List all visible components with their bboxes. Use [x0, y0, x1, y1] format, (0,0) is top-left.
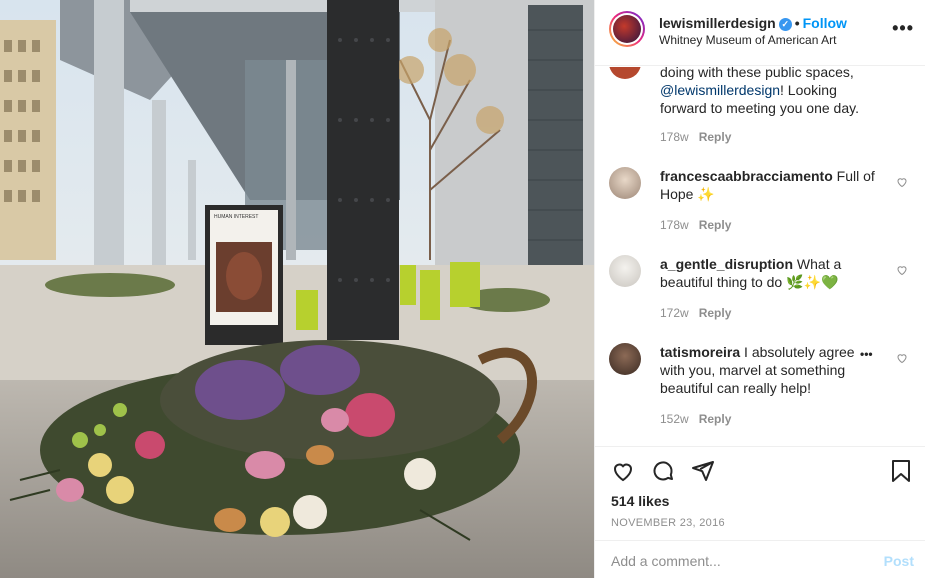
comment-line: Hope ✨	[660, 186, 715, 202]
save-bookmark-icon[interactable]	[890, 459, 912, 483]
comment-line: @lewismillerdesign! Looking	[660, 81, 910, 99]
comment-avatar[interactable]	[609, 167, 641, 199]
comment-meta: 152w Reply	[660, 412, 731, 426]
comment-meta: 178w Reply	[660, 218, 731, 232]
comment-time: 178w	[660, 130, 689, 144]
add-comment-input[interactable]: Add a comment...	[611, 553, 721, 569]
poster-caption: HUMAN INTEREST	[214, 214, 258, 220]
comment-text: doing with these public spaces, @lewismi…	[660, 67, 910, 117]
comment-line: a_gentle_disruption What a	[660, 255, 890, 273]
author-avatar[interactable]	[609, 11, 645, 47]
comment-time: 178w	[660, 218, 689, 232]
comment-username[interactable]: francescaabbracciamento	[660, 168, 833, 184]
comment-body: I absolutely agree	[740, 344, 855, 360]
reply-button[interactable]: Reply	[699, 412, 732, 426]
comment-time: 172w	[660, 306, 689, 320]
reply-button[interactable]: Reply	[699, 218, 732, 232]
location-link[interactable]: Whitney Museum of American Art	[659, 33, 836, 47]
comment-line: beautiful can really help!	[660, 380, 811, 396]
add-comment-bar: Add a comment... Post	[595, 540, 925, 580]
comment-time: 152w	[660, 412, 689, 426]
comment-body: Full of	[832, 168, 875, 184]
like-heart-icon[interactable]	[610, 459, 636, 483]
share-send-icon[interactable]	[690, 459, 716, 483]
comment-line: doing with these public spaces,	[660, 67, 854, 80]
comment-line: francescaabbracciamento Full of	[660, 167, 890, 185]
more-options-icon[interactable]: •••	[892, 18, 914, 39]
post-header: lewismillerdesign ✓ • Follow Whitney Museum…	[595, 0, 925, 66]
comment-line: tatismoreira I absolutely agree	[660, 343, 860, 361]
post-photo[interactable]: HUMAN INTEREST	[0, 0, 594, 578]
comment-line: beautiful thing to do 🌿✨💚	[660, 274, 839, 290]
comment-avatar[interactable]	[609, 343, 641, 375]
follow-button[interactable]: Follow	[803, 15, 847, 31]
comment-username[interactable]: tatismoreira	[660, 344, 740, 360]
author-line: lewismillerdesign ✓ • Follow	[659, 15, 847, 31]
comment-username[interactable]: a_gentle_disruption	[660, 256, 793, 272]
comment-text: a_gentle_disruption What a beautiful thi…	[660, 255, 890, 291]
comments-list[interactable]: doing with these public spaces, @lewismi…	[595, 67, 925, 445]
like-comment-heart-icon[interactable]	[896, 264, 908, 276]
like-comment-heart-icon[interactable]	[896, 176, 908, 188]
comment-text: francescaabbracciamento Full of Hope ✨	[660, 167, 890, 203]
comment-line: with you, marvel at something	[660, 362, 846, 378]
post-actions: 514 likes NOVEMBER 23, 2016 Add a commen…	[595, 446, 925, 579]
comment-line-rest: ! Looking	[780, 82, 837, 98]
reply-button[interactable]: Reply	[699, 306, 732, 320]
like-comment-heart-icon[interactable]	[896, 352, 908, 364]
post-details-panel: lewismillerdesign ✓ • Follow Whitney Museum…	[594, 0, 925, 578]
comment-line: forward to meeting you one day.	[660, 100, 859, 116]
comment-options-icon[interactable]: •••	[860, 347, 873, 361]
comment-meta: 178w Reply	[660, 130, 731, 144]
comment-avatar[interactable]	[609, 67, 641, 79]
comment-text: tatismoreira I absolutely agree with you…	[660, 343, 860, 397]
mention-link[interactable]: @lewismillerdesign	[660, 82, 780, 98]
likes-count[interactable]: 514 likes	[611, 493, 669, 509]
comment-avatar[interactable]	[609, 255, 641, 287]
author-username[interactable]: lewismillerdesign	[659, 15, 776, 31]
separator-dot: •	[794, 15, 800, 31]
reply-button[interactable]: Reply	[699, 130, 732, 144]
verified-badge-icon: ✓	[778, 18, 792, 31]
post-comment-button[interactable]: Post	[884, 553, 914, 569]
post-date: NOVEMBER 23, 2016	[611, 517, 725, 529]
comment-body: What a	[793, 256, 842, 272]
comment-meta: 172w Reply	[660, 306, 731, 320]
post-image: HUMAN INTEREST	[0, 0, 594, 578]
comment-bubble-icon[interactable]	[650, 459, 676, 483]
